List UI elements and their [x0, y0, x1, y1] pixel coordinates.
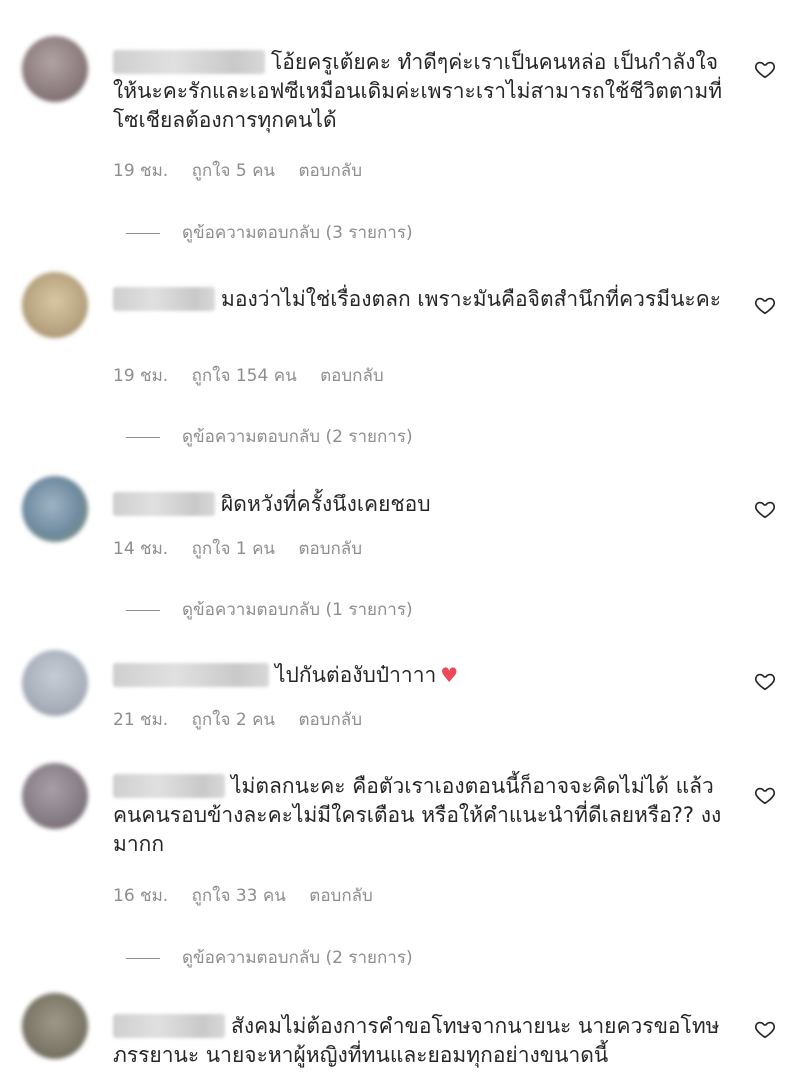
view-replies-label: ดูข้อความตอบกลับ (3 รายการ) [182, 223, 413, 243]
comment-meta: 14 ชม. ถูกใจ 1 คน ตอบกลับ [113, 535, 380, 562]
comment-text: โอ้ยครูเต้ยคะ ทำดีๆค่ะเราเป็นคนหล่อ เป็น… [113, 48, 733, 135]
view-replies-button[interactable]: ดูข้อความตอบกลับ (3 รายการ) [126, 219, 413, 246]
comment-body: มองว่าไม่ใช่เรื่องตลก เพราะมันคือจิตสำนึ… [221, 287, 722, 311]
avatar[interactable] [22, 476, 88, 542]
avatar[interactable] [22, 763, 88, 829]
comment-meta: 16 ชม. ถูกใจ 33 คน ตอบกลับ [113, 882, 391, 909]
username[interactable] [113, 492, 215, 516]
username[interactable] [113, 50, 265, 74]
comment-text: ไปกันต่องับป๋าาาา ♥ [113, 661, 733, 690]
like-count[interactable]: ถูกใจ 2 คน [192, 710, 275, 730]
comment-meta: 19 ชม. ถูกใจ 5 คน ตอบกลับ [113, 157, 380, 184]
comment-text: ผิดหวังที่ครั้งนึงเคยชอบ [113, 490, 733, 519]
username[interactable] [113, 663, 269, 687]
username[interactable] [113, 1014, 225, 1038]
comment-body: ไปกันต่องับป๋าาาา [275, 663, 437, 687]
comment-meta: 19 ชม. ถูกใจ 154 คน ตอบกลับ [113, 362, 402, 389]
comment-text: ไม่ตลกนะคะ คือตัวเราเองตอนนี้ก็อาจจะคิดไ… [113, 772, 733, 859]
view-replies-button[interactable]: ดูข้อความตอบกลับ (1 รายการ) [126, 596, 413, 623]
previous-comment-fragment [113, 0, 473, 6]
comment-meta: 21 ชม. ถูกใจ 2 คน ตอบกลับ [113, 706, 380, 733]
username[interactable] [113, 774, 225, 798]
view-replies-label: ดูข้อความตอบกลับ (2 รายการ) [182, 948, 413, 968]
avatar[interactable] [22, 36, 88, 102]
heart-outline-icon[interactable] [754, 498, 776, 520]
comment-time: 14 ชม. [113, 539, 169, 559]
comment-time: 19 ชม. [113, 161, 169, 181]
reply-button[interactable]: ตอบกลับ [298, 539, 362, 559]
like-count[interactable]: ถูกใจ 1 คน [192, 539, 275, 559]
like-count[interactable]: ถูกใจ 33 คน [192, 886, 286, 906]
comment-text: สังคมไม่ต้องการคำขอโทษจากนายนะ นายควรขอโ… [113, 1012, 733, 1070]
comment-body: ผิดหวังที่ครั้งนึงเคยชอบ [221, 492, 431, 516]
heart-outline-icon[interactable] [754, 784, 776, 806]
divider [126, 957, 160, 959]
comment-time: 16 ชม. [113, 886, 169, 906]
comment-text: มองว่าไม่ใช่เรื่องตลก เพราะมันคือจิตสำนึ… [113, 285, 733, 314]
like-count[interactable]: ถูกใจ 5 คน [192, 161, 275, 181]
divider [126, 232, 160, 234]
username[interactable] [113, 287, 215, 311]
comment-time: 21 ชม. [113, 710, 169, 730]
heart-outline-icon[interactable] [754, 58, 776, 80]
like-count[interactable]: ถูกใจ 154 คน [192, 366, 297, 386]
view-replies-button[interactable]: ดูข้อความตอบกลับ (2 รายการ) [126, 944, 413, 971]
heart-outline-icon[interactable] [754, 294, 776, 316]
divider [126, 609, 160, 611]
comment-time: 19 ชม. [113, 366, 169, 386]
view-replies-button[interactable]: ดูข้อความตอบกลับ (2 รายการ) [126, 423, 413, 450]
heart-outline-icon[interactable] [754, 670, 776, 692]
view-replies-label: ดูข้อความตอบกลับ (1 รายการ) [182, 600, 413, 620]
reply-button[interactable]: ตอบกลับ [298, 161, 362, 181]
divider [126, 436, 160, 438]
avatar[interactable] [22, 650, 88, 716]
reply-button[interactable]: ตอบกลับ [309, 886, 373, 906]
avatar[interactable] [22, 272, 88, 338]
reply-button[interactable]: ตอบกลับ [298, 710, 362, 730]
heart-outline-icon[interactable] [754, 1018, 776, 1040]
red-heart-emoji: ♥ [440, 663, 459, 687]
view-replies-label: ดูข้อความตอบกลับ (2 รายการ) [182, 427, 413, 447]
avatar[interactable] [22, 993, 88, 1059]
reply-button[interactable]: ตอบกลับ [320, 366, 384, 386]
